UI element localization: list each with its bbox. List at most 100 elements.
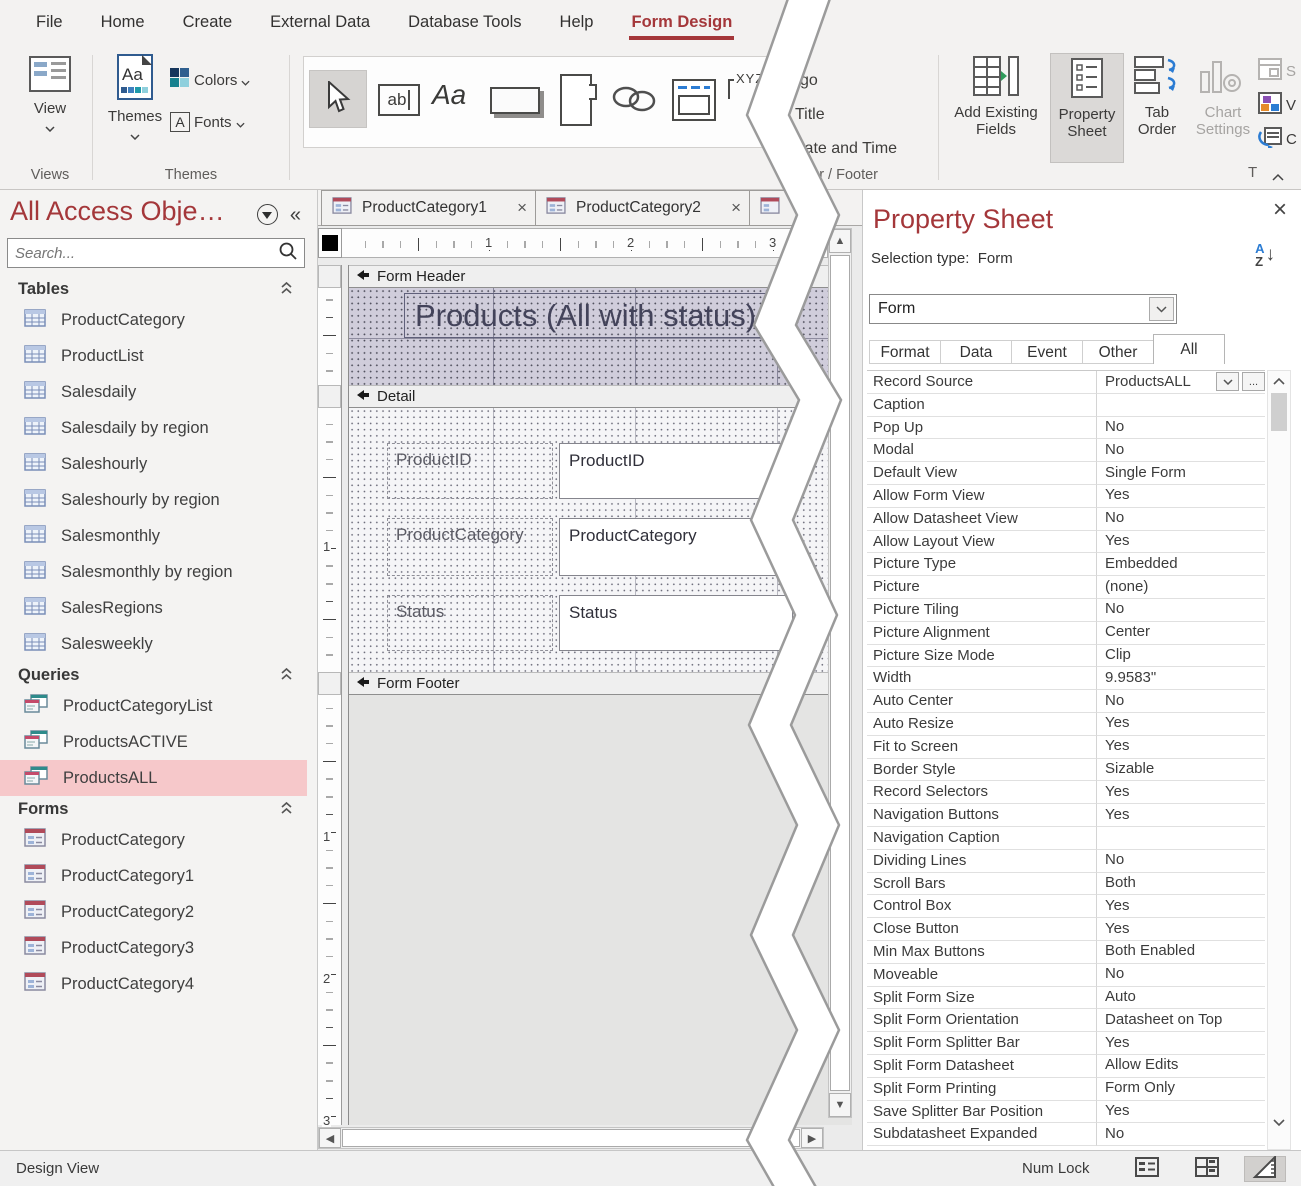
property-row-record-source[interactable]: Record Source ProductsALL ... (867, 371, 1265, 394)
property-value[interactable]: Center (1105, 622, 1265, 644)
record-source-builder-button[interactable]: ... (1242, 372, 1265, 391)
label-control-button[interactable]: Aa (432, 79, 466, 111)
section-header-tables[interactable]: Tables (0, 276, 307, 302)
property-value[interactable]: Both Enabled (1105, 941, 1265, 963)
property-value[interactable]: Both (1105, 873, 1265, 895)
property-tab[interactable]: Other (1082, 340, 1154, 364)
view-button[interactable]: View (22, 56, 78, 136)
property-value[interactable]: Yes (1105, 1032, 1265, 1054)
property-value[interactable]: No (1105, 508, 1265, 530)
property-row[interactable]: Picture Alignment Center (867, 622, 1265, 645)
collapse-section-icon[interactable] (280, 667, 293, 686)
sidebar-item-table[interactable]: Salesdaily (0, 374, 307, 410)
sidebar-item-form[interactable]: ProductCategory2 (0, 894, 307, 930)
property-row[interactable]: Modal No (867, 439, 1265, 462)
property-value[interactable]: No (1105, 417, 1265, 439)
form-footer-section[interactable] (349, 695, 852, 1125)
property-row[interactable]: Allow Datasheet View No (867, 508, 1265, 531)
property-value[interactable]: No (1105, 599, 1265, 621)
sidebar-item-table[interactable]: ProductList (0, 338, 307, 374)
scroll-down-icon[interactable] (1268, 1113, 1290, 1133)
property-value[interactable]: Yes (1105, 781, 1265, 803)
property-row[interactable]: Navigation Buttons Yes (867, 804, 1265, 827)
scroll-down-icon[interactable]: ▼ (829, 1093, 851, 1117)
property-row[interactable]: Fit to Screen Yes (867, 736, 1265, 759)
themes-button[interactable]: Aa Themes (104, 54, 166, 144)
convert-macros-button[interactable]: C (1258, 126, 1297, 152)
close-tab-icon[interactable]: × (731, 198, 741, 218)
sidebar-item-table[interactable]: Saleshourly by region (0, 482, 307, 518)
tab-control-button[interactable] (560, 74, 592, 126)
document-tab[interactable]: ProductCategory1 × (321, 190, 536, 226)
chart-settings-button[interactable]: Chart Settings (1192, 56, 1254, 138)
property-row[interactable]: Navigation Caption (867, 827, 1265, 850)
sidebar-item-form[interactable]: ProductCategory1 (0, 858, 307, 894)
textbox-control-button[interactable]: ab (378, 84, 420, 116)
sidebar-item-table[interactable]: ProductCategory (0, 302, 307, 338)
property-tab[interactable]: All (1153, 334, 1225, 364)
property-scrollbar-thumb[interactable] (1271, 393, 1287, 431)
ribbon-tab[interactable]: File (22, 7, 77, 38)
ruler-origin-box[interactable] (318, 228, 342, 258)
property-row[interactable]: Close Button Yes (867, 918, 1265, 941)
add-existing-fields-button[interactable]: Add Existing Fields (945, 56, 1047, 138)
ribbon-tab[interactable]: Help (546, 7, 608, 38)
property-row[interactable]: Picture Type Embedded (867, 553, 1265, 576)
property-row[interactable]: Moveable No (867, 964, 1265, 987)
sidebar-item-form[interactable]: ProductCategory4 (0, 966, 307, 1002)
sidebar-item-form[interactable]: ProductCategory (0, 822, 307, 858)
property-value[interactable]: Datasheet on Top (1105, 1009, 1265, 1031)
close-tab-icon[interactable]: × (517, 198, 527, 218)
sidebar-item-table[interactable]: Salesmonthly (0, 518, 307, 554)
property-row[interactable]: Split Form Splitter Bar Yes (867, 1032, 1265, 1055)
combo-dropdown-icon[interactable] (1149, 297, 1174, 321)
collapse-section-icon[interactable] (280, 801, 293, 820)
scroll-up-icon[interactable] (1268, 371, 1290, 391)
sidebar-item-query[interactable]: ProductsALL (0, 760, 307, 796)
tab-order-button[interactable]: Tab Order (1128, 56, 1186, 138)
property-row[interactable]: Record Selectors Yes (867, 781, 1265, 804)
property-row[interactable]: Split Form Printing Form Only (867, 1078, 1265, 1101)
property-row[interactable]: Allow Layout View Yes (867, 531, 1265, 554)
vertical-scrollbar[interactable]: ▲ ▼ (828, 228, 852, 1118)
property-row[interactable]: Split Form Size Auto (867, 987, 1265, 1010)
collapse-ribbon-icon[interactable] (1272, 168, 1284, 186)
field-label-productcategory[interactable]: ProductCategory (387, 518, 553, 576)
property-value[interactable]: Yes (1105, 736, 1265, 758)
field-textbox-productid[interactable]: ProductID (559, 443, 793, 499)
property-grid-scrollbar[interactable] (1267, 370, 1291, 1150)
title-button-label[interactable]: Title (795, 106, 825, 124)
view-code-button[interactable]: V (1258, 92, 1296, 118)
property-row[interactable]: Width 9.9583" (867, 667, 1265, 690)
property-row[interactable]: Min Max Buttons Both Enabled (867, 941, 1265, 964)
field-label-productid[interactable]: ProductID (387, 443, 553, 499)
property-sheet-button[interactable]: Property Sheet (1050, 53, 1124, 163)
shutter-bar-close-icon[interactable]: « (290, 205, 301, 225)
property-row[interactable]: Auto Center No (867, 690, 1265, 713)
section-header-forms[interactable]: Forms (0, 796, 307, 822)
property-row[interactable]: Scroll Bars Both (867, 873, 1265, 896)
property-value[interactable]: (none) (1105, 576, 1265, 598)
property-value[interactable]: 9.9583" (1105, 667, 1265, 689)
sidebar-item-table[interactable]: Saleshourly (0, 446, 307, 482)
property-row[interactable]: Border Style Sizable (867, 759, 1265, 782)
form-header-section[interactable]: Products (All with status) (349, 288, 852, 385)
ribbon-tab[interactable]: Form Design (617, 7, 746, 38)
property-value[interactable]: No (1105, 439, 1265, 461)
sidebar-item-query[interactable]: ProductsACTIVE (0, 724, 307, 760)
hyperlink-control-button[interactable] (610, 83, 658, 120)
property-row[interactable]: Picture (none) (867, 576, 1265, 599)
property-row[interactable]: Control Box Yes (867, 895, 1265, 918)
property-value[interactable]: No (1105, 1123, 1265, 1145)
sidebar-item-table[interactable]: SalesRegions (0, 590, 307, 626)
property-row[interactable]: Picture Size Mode Clip (867, 645, 1265, 668)
property-value[interactable]: No (1105, 690, 1265, 712)
ribbon-tab[interactable]: Create (169, 7, 247, 38)
document-tab[interactable]: ProductCategory2 × (535, 190, 750, 226)
ribbon-tab[interactable]: Home (87, 7, 159, 38)
property-row[interactable]: Subdatasheet Expanded No (867, 1123, 1265, 1146)
nav-pane-menu-icon[interactable] (257, 204, 278, 225)
record-source-dropdown-icon[interactable] (1216, 372, 1239, 391)
property-value[interactable]: Clip (1105, 645, 1265, 667)
property-row[interactable]: Split Form Datasheet Allow Edits (867, 1055, 1265, 1078)
